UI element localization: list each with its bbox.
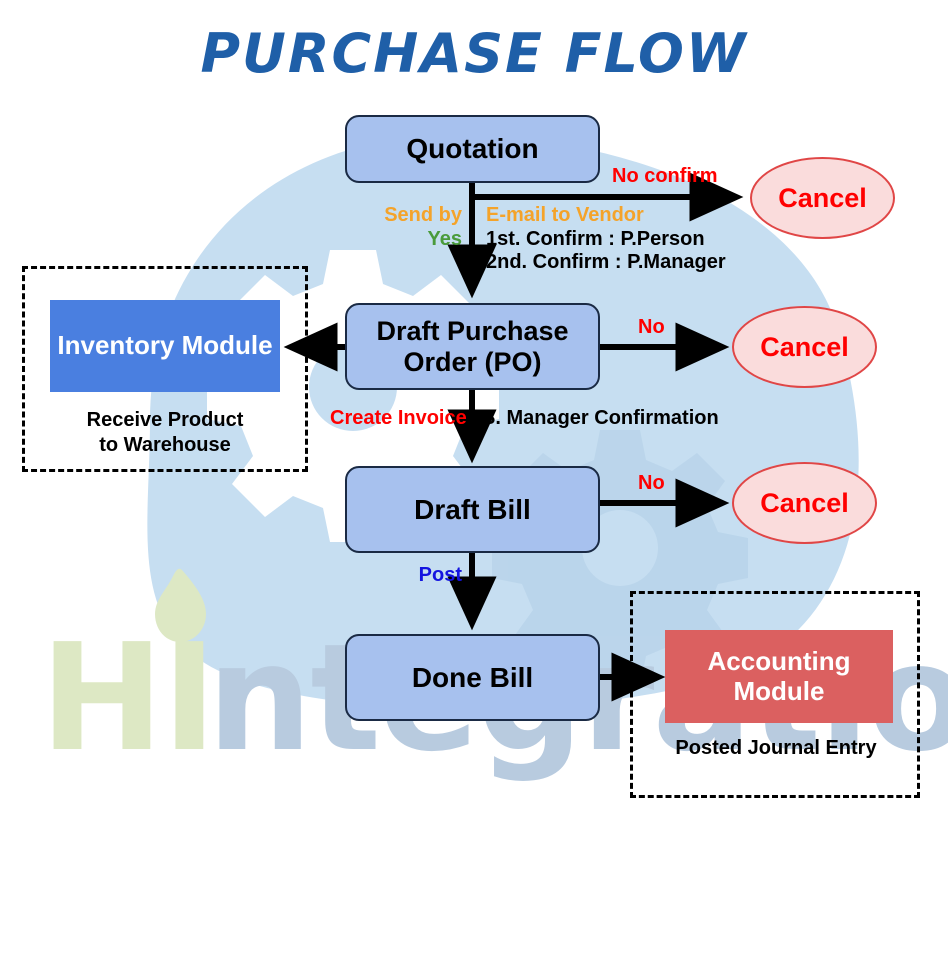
purchase-flow-diagram: HI ntegration PURCHASE FLOW [0,0,948,978]
inventory-module-caption: Receive Product to Warehouse [32,408,298,458]
edge-label-create-invoice: Create Invoice [330,407,467,429]
node-done-bill-label: Done Bill [411,661,534,693]
node-quotation-label: Quotation [406,133,539,165]
inventory-caption-line2: to Warehouse [99,434,231,456]
node-cancel-draft-po[interactable]: Cancel [732,306,877,388]
node-accounting-module[interactable]: Accounting Module [665,630,893,723]
cancel-draft-po-label: Cancel [760,331,849,362]
inventory-module-label: Inventory Module [57,330,273,361]
accounting-caption: Posted Journal Entry [675,737,877,759]
node-draft-bill-label: Draft Bill [414,493,531,525]
node-draft-purchase-order[interactable]: Draft Purchase Order (PO) [345,303,600,390]
edge-label-no-draft-bill: No [638,472,665,494]
node-cancel-draft-bill[interactable]: Cancel [732,462,877,544]
node-cancel-quotation[interactable]: Cancel [750,157,895,239]
edge-label-s-manager-confirmation: S. Manager Confirmation [482,407,719,429]
node-draft-po-label-line1: Draft Purchase [376,316,569,347]
node-draft-po-label-line2: Order (PO) [403,346,542,377]
edge-label-post: Post [418,564,462,586]
accounting-module-label-line2: Module [733,675,825,706]
edge-label-no-confirm: No confirm [612,165,718,187]
edge-label-confirm-1: 1st. Confirm : P.Person [486,228,705,250]
node-inventory-module[interactable]: Inventory Module [50,300,280,392]
edge-label-no-draft-po: No [638,316,665,338]
cancel-draft-bill-label: Cancel [760,487,849,518]
node-quotation[interactable]: Quotation [345,115,600,183]
edge-label-yes: Yes [427,228,462,250]
cancel-quotation-label: Cancel [778,182,867,213]
node-done-bill[interactable]: Done Bill [345,634,600,721]
node-draft-bill[interactable]: Draft Bill [345,466,600,553]
accounting-module-label-line1: Accounting [707,645,851,676]
edge-label-email-to-vendor: E-mail to Vendor [486,204,644,226]
edge-label-send-by: Send by [384,204,462,226]
inventory-caption-line1: Receive Product [86,409,244,431]
accounting-module-caption: Posted Journal Entry [640,736,912,761]
edge-label-confirm-2: 2nd. Confirm : P.Manager [486,251,726,273]
